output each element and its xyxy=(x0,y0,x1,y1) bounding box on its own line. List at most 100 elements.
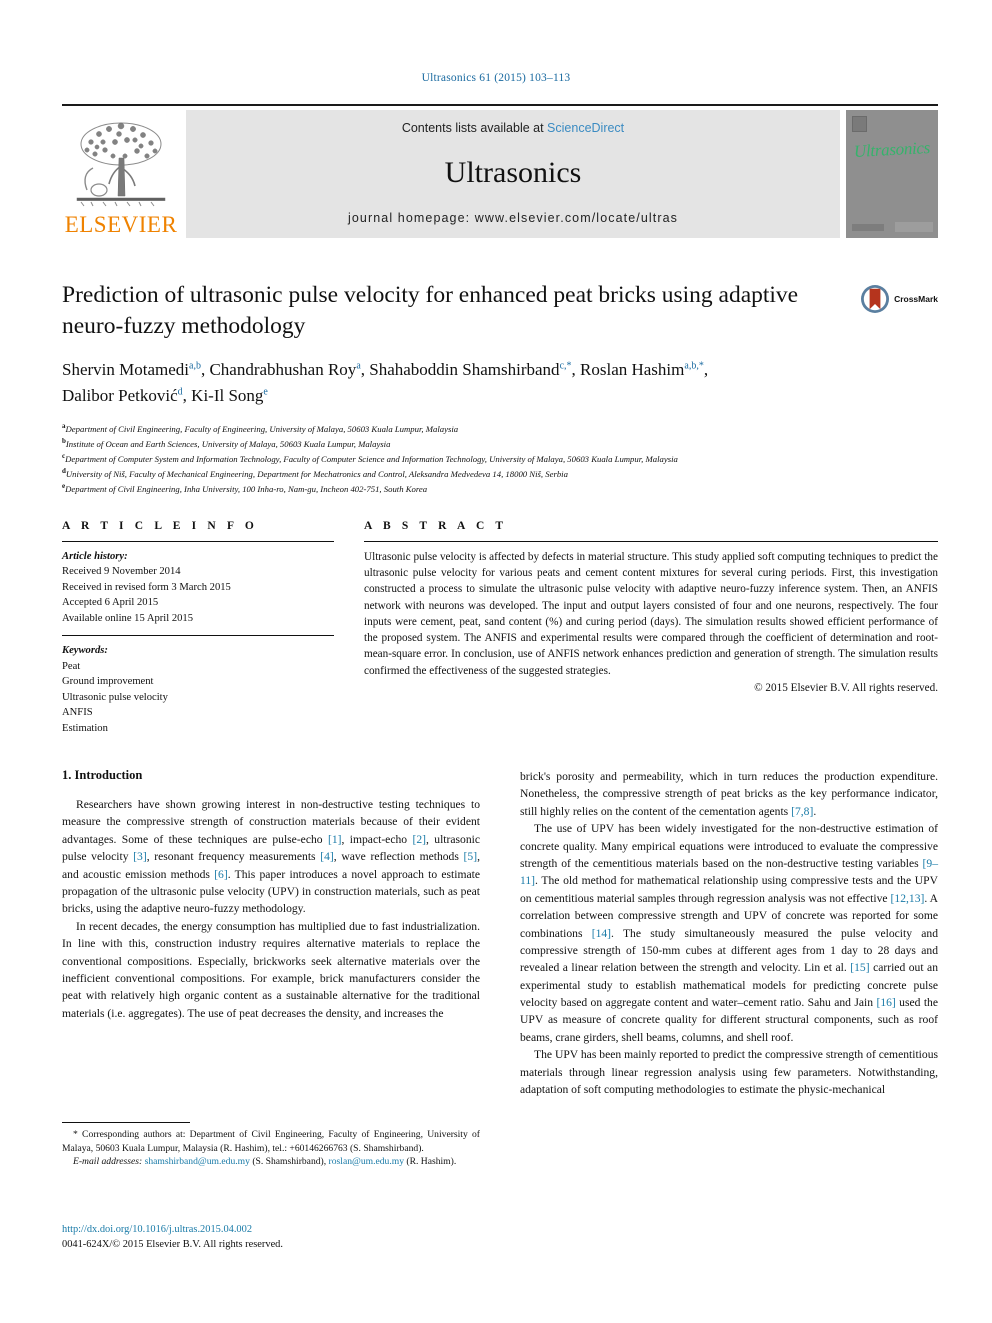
cover-footer-right-block xyxy=(895,222,933,232)
citation-reference[interactable]: [5] xyxy=(464,850,478,863)
citation-reference[interactable]: [9–11] xyxy=(520,857,938,887)
author-name: Shahaboddin Shamshirband xyxy=(369,360,560,380)
citation-reference[interactable]: [6] xyxy=(214,868,228,881)
footnote-region: * Corresponding authors at: Department o… xyxy=(62,1122,480,1169)
cover-journal-title: Ultrasonics xyxy=(853,138,931,161)
citation-reference[interactable]: [7,8] xyxy=(791,805,813,818)
journal-cover-thumbnail: Ultrasonics xyxy=(846,110,938,238)
crossmark-badge[interactable]: CrossMark xyxy=(860,284,938,314)
paragraph: brick's porosity and permeability, which… xyxy=(520,770,938,818)
article-info-heading: A R T I C L E I N F O xyxy=(62,520,258,532)
keyword-item: Ground improvement xyxy=(62,676,154,688)
title-block: Prediction of ultrasonic pulse velocity … xyxy=(62,280,938,496)
citation-reference[interactable]: [3] xyxy=(133,850,147,863)
affiliation-text: Department of Computer System and Inform… xyxy=(65,453,678,464)
citation-reference[interactable]: [1] xyxy=(328,833,342,846)
citation-reference[interactable]: [15] xyxy=(850,961,869,974)
author-name: Ki-Il Song xyxy=(191,385,264,405)
author-affil-marker: a,b xyxy=(189,360,201,372)
info-abstract-region: A R T I C L E I N F O Article history: R… xyxy=(62,520,938,736)
doi-link[interactable]: http://dx.doi.org/10.1016/j.ultras.2015.… xyxy=(62,1222,480,1237)
author-name: Roslan Hashim xyxy=(580,360,685,380)
abstract-text: Ultrasonic pulse velocity is affected by… xyxy=(364,551,938,677)
author-name: Chandrabhushan Roy xyxy=(209,360,357,380)
affiliation-item: aDepartment of Civil Engineering, Facult… xyxy=(62,421,938,436)
author-name: Dalibor Petković xyxy=(62,385,178,405)
author-list: Shervin Motamedia,b, Chandrabhushan Roy a… xyxy=(62,357,938,408)
elsevier-tree-icon xyxy=(76,122,166,207)
author-affil-marker: e xyxy=(263,385,268,397)
article-first-page: Ultrasonics 61 (2015) 103–113 ELSEVIER C… xyxy=(0,0,992,1323)
author-separator: , xyxy=(703,360,709,380)
sciencedirect-link[interactable]: ScienceDirect xyxy=(547,121,624,135)
history-item: Received in revised form 3 March 2015 xyxy=(62,581,231,593)
affiliation-text: University of Niš, Faculty of Mechanical… xyxy=(65,468,568,479)
section-heading-introduction: 1. Introduction xyxy=(62,768,143,782)
keyword-item: Ultrasonic pulse velocity xyxy=(62,691,168,703)
keyword-item: ANFIS xyxy=(62,707,93,719)
paragraph: Researchers have shown growing interest … xyxy=(62,798,480,916)
crossmark-label: CrossMark xyxy=(894,294,938,304)
affiliation-item: eDepartment of Civil Engineering, Inha U… xyxy=(62,481,938,496)
keyword-item: Estimation xyxy=(62,722,108,734)
keyword-item: Peat xyxy=(62,660,81,672)
author-separator: , xyxy=(571,360,581,380)
issn-copyright-line: 0041-624X/© 2015 Elsevier B.V. All right… xyxy=(62,1239,283,1251)
footnote-rule xyxy=(62,1122,190,1123)
affiliation-text: Department of Civil Engineering, Faculty… xyxy=(65,423,459,434)
history-item: Received 9 November 2014 xyxy=(62,566,181,578)
paragraph: The UPV has been mainly reported to pred… xyxy=(520,1048,938,1097)
keywords-label: Keywords: xyxy=(62,645,108,657)
citation-reference[interactable]: [12,13] xyxy=(891,892,925,905)
doi-region: http://dx.doi.org/10.1016/j.ultras.2015.… xyxy=(62,1222,480,1252)
column-gutter xyxy=(334,520,364,736)
article-title: Prediction of ultrasonic pulse velocity … xyxy=(62,282,799,339)
abstract-column: A B S T R A C T Ultrasonic pulse velocit… xyxy=(364,520,938,736)
paragraph: The use of UPV has been widely investiga… xyxy=(520,822,939,1044)
body-region: 1. Introduction Researchers have shown g… xyxy=(62,768,938,1098)
contents-lists-line: Contents lists available at ScienceDirec… xyxy=(402,121,624,135)
author-affil-marker: a,b,* xyxy=(684,360,704,372)
email-addresses-note: E-mail addresses: shamshirband@um.edu.my… xyxy=(62,1155,480,1169)
affiliation-item: bInstitute of Ocean and Earth Sciences, … xyxy=(62,436,938,451)
keywords-block: Keywords: Peat Ground improvement Ultras… xyxy=(62,643,334,736)
affiliation-text: Institute of Ocean and Earth Sciences, U… xyxy=(65,438,391,449)
citation-reference[interactable]: [14] xyxy=(592,927,611,940)
journal-title: Ultrasonics xyxy=(444,156,582,189)
paragraph: In recent decades, the energy consumptio… xyxy=(62,919,480,1020)
email-link-shamshirband[interactable]: shamshirband@um.edu.my xyxy=(145,1156,250,1167)
affiliation-text: Department of Civil Engineering, Inha Un… xyxy=(65,483,428,494)
citation-reference[interactable]: [16] xyxy=(876,996,895,1009)
email-link-hashim[interactable]: roslan@um.edu.my xyxy=(329,1156,404,1167)
email-owner-shamshirband: (S. Shamshirband), xyxy=(252,1156,327,1168)
contents-lists-prefix: Contents lists available at xyxy=(401,121,548,135)
author-separator: , xyxy=(360,360,370,380)
abstract-rule-top xyxy=(364,541,938,542)
corresponding-author-note: * Corresponding authors at: Department o… xyxy=(62,1129,480,1154)
history-item: Available online 15 April 2015 xyxy=(62,612,194,624)
history-item: Accepted 6 April 2015 xyxy=(62,597,159,609)
article-history-block: Article history: Received 9 November 201… xyxy=(62,549,334,626)
cover-publisher-mark-icon xyxy=(852,116,867,132)
journal-masthead: ELSEVIER Contents lists available at Sci… xyxy=(62,104,938,238)
abstract-heading: A B S T R A C T xyxy=(364,520,508,532)
author-name: Shervin Motamedi xyxy=(62,360,190,380)
journal-homepage-link[interactable]: journal homepage: www.elsevier.com/locat… xyxy=(348,211,678,225)
affiliation-item: cDepartment of Computer System and Infor… xyxy=(62,451,938,466)
affiliation-item: dUniversity of Niš, Faculty of Mechanica… xyxy=(62,466,938,481)
running-head: Ultrasonics 61 (2015) 103–113 xyxy=(421,72,571,84)
article-history-label: Article history: xyxy=(62,551,128,562)
cover-footer-left-block xyxy=(852,224,884,231)
article-info-rule-mid xyxy=(62,635,334,637)
body-gutter xyxy=(480,768,520,1098)
journal-banner: Contents lists available at ScienceDirec… xyxy=(186,110,840,238)
author-affil-marker: c,* xyxy=(559,360,572,372)
crossmark-icon xyxy=(861,285,890,313)
elsevier-logo: ELSEVIER xyxy=(62,110,180,238)
elsevier-wordmark: ELSEVIER xyxy=(64,212,178,237)
body-left-column: 1. Introduction Researchers have shown g… xyxy=(62,768,480,1098)
citation-reference[interactable]: [2] xyxy=(412,833,426,846)
email-addresses-label: E-mail addresses: xyxy=(73,1156,143,1168)
citation-reference[interactable]: [4] xyxy=(320,850,334,863)
body-right-column: brick's porosity and permeability, which… xyxy=(520,768,938,1098)
